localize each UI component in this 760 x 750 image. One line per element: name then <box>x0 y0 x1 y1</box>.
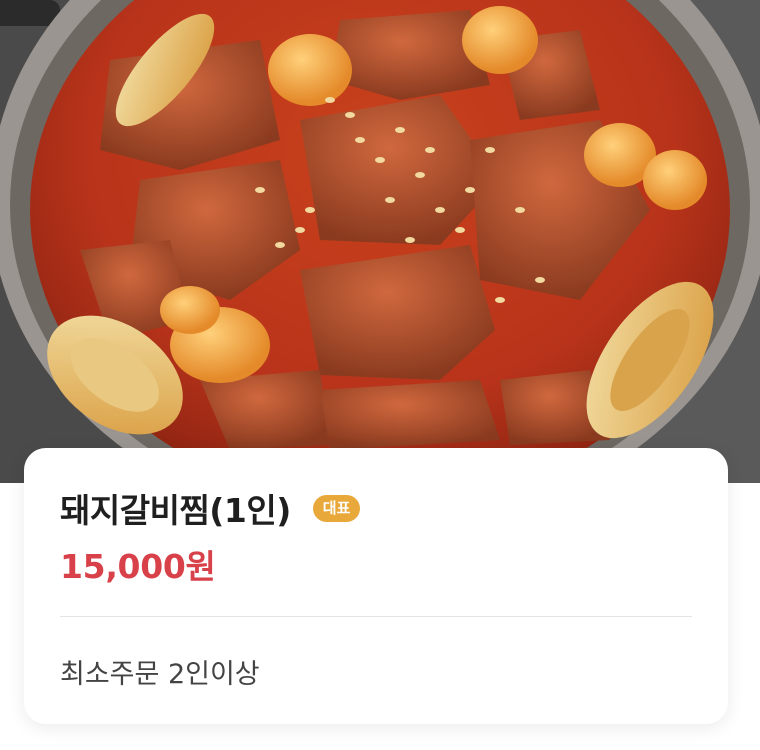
product-name: 돼지갈비찜(1인) <box>60 491 291 530</box>
food-photo <box>0 0 760 483</box>
product-info-card: 돼지갈비찜(1인) 대표 15,000원 최소주문 2인이상 <box>24 448 728 724</box>
minimum-order-note: 최소주문 2인이상 <box>60 659 260 690</box>
title-row: 돼지갈비찜(1인) 대표 <box>60 484 361 532</box>
product-price: 15,000원 <box>60 547 216 586</box>
divider <box>60 616 692 617</box>
signature-badge: 대표 <box>312 494 361 522</box>
